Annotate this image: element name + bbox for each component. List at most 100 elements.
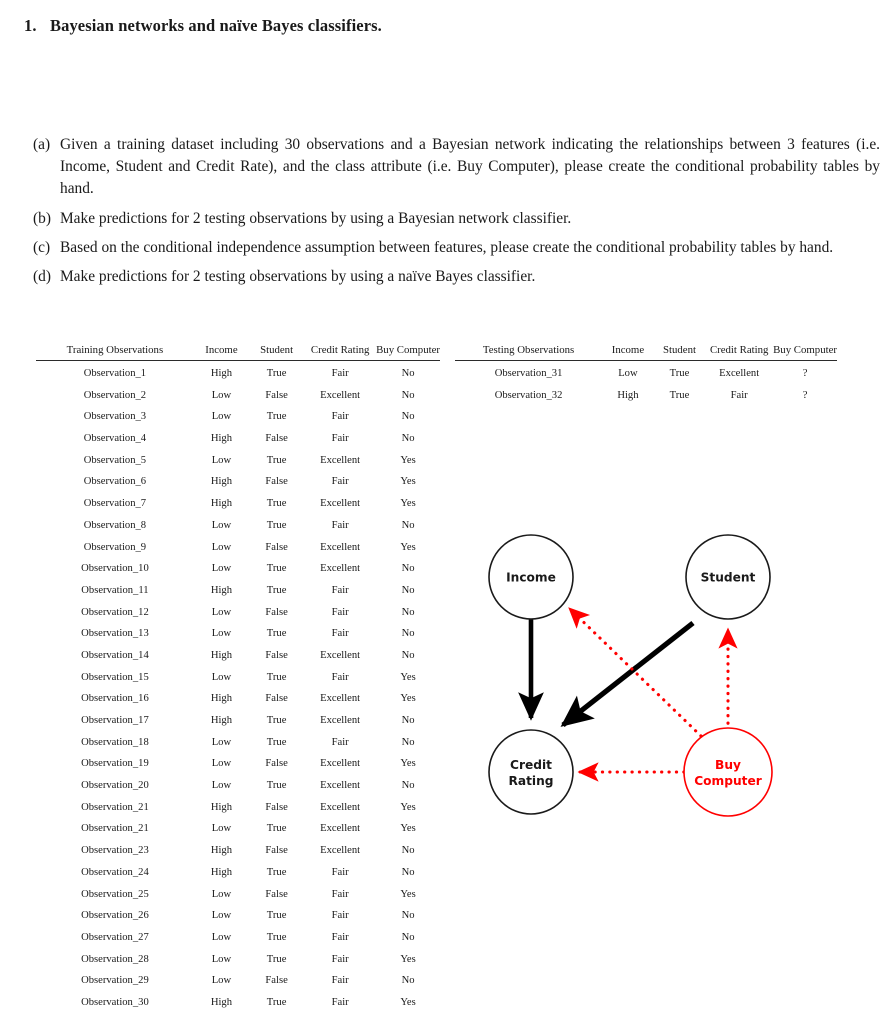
training-cell-student: True [266,910,287,922]
subquestion-b: (b) Make predictions for 2 testing obser… [24,208,880,230]
testing-cell-observation-name: Observation_32 [494,389,563,401]
bayesian-network-diagram: Income Student Credit Rating Buy Compute… [462,520,802,840]
training-cell-buy-computer: No [401,736,415,748]
testing-cell-observation-name: Observation_31 [494,368,563,379]
training-cell-credit-rating: Fair [331,996,349,1008]
training-cell-buy-computer: No [401,606,415,618]
table-row: Observation_9 Low False Excellent Yes [36,536,440,558]
training-cell-observation-name: Observation_26 [81,910,149,922]
training-cell-income: Low [211,931,232,943]
table-row: Observation_3 Low True Fair No [36,406,440,428]
training-cell-buy-computer: No [401,715,415,726]
table-row: Observation_28 Low True Fair Yes [36,948,440,970]
training-cell-credit-rating: Fair [331,931,349,943]
testing-cell-student: True [669,389,690,401]
table-row: Observation_12 Low False Fair No [36,601,440,623]
training-cell-student: False [265,975,288,987]
training-cell-buy-computer: Yes [400,996,416,1008]
training-cell-student: True [266,411,287,423]
training-cell-credit-rating: Excellent [320,715,361,726]
training-cell-buy-computer: Yes [400,758,416,770]
training-cell-income: High [210,996,233,1008]
training-cell-income: Low [211,541,232,553]
training-observations-table: Training Observations Income Student Cre… [36,344,440,1013]
training-cell-income: Low [211,606,232,618]
training-cell-observation-name: Observation_19 [81,758,149,770]
training-cell-income: Low [211,671,232,683]
table-row: Observation_15 Low True Fair Yes [36,666,440,688]
table-row: Observation_21 Low True Excellent Yes [36,818,440,840]
node-student: Student [685,534,771,620]
table-row: Observation_31 Low True Excellent? [455,361,837,385]
training-cell-income: Low [211,736,232,748]
table-row: Observation_16 High False Excellent Yes [36,688,440,710]
edge-buycomputer-to-income [568,607,703,738]
training-cell-student: True [266,953,287,965]
training-cell-credit-rating: Excellent [320,498,361,510]
testing-header-buy: Buy Computer [773,344,837,356]
training-cell-student: True [266,671,287,683]
training-cell-income: Low [211,975,232,987]
training-cell-observation-name: Observation_7 [83,498,147,510]
training-cell-income: Low [211,628,232,640]
training-cell-buy-computer: Yes [400,498,416,510]
training-cell-student: False [265,541,288,553]
training-cell-observation-name: Observation_4 [83,433,147,445]
training-cell-observation-name: Observation_2 [83,389,147,401]
training-cell-student: False [265,845,288,857]
training-cell-observation-name: Observation_6 [83,476,147,488]
training-cell-credit-rating: Excellent [320,454,361,466]
training-table-header-row: Training Observations Income Student Cre… [36,344,440,361]
training-cell-observation-name: Observation_23 [81,845,149,857]
subquestion-list: (a) Given a training dataset including 3… [24,134,880,296]
training-cell-observation-name: Observation_11 [81,584,149,596]
training-cell-observation-name: Observation_24 [81,866,149,878]
training-cell-credit-rating: Excellent [320,693,361,705]
training-cell-student: True [266,628,287,640]
training-cell-student: False [265,433,288,445]
node-buy-computer: Buy Computer [683,727,773,817]
training-cell-credit-rating: Excellent [320,823,361,835]
training-cell-buy-computer: No [401,389,415,401]
training-cell-credit-rating: Fair [331,888,349,900]
training-cell-buy-computer: Yes [400,953,416,965]
testing-header-observations: Testing Observations [482,344,575,356]
training-cell-credit-rating: Excellent [320,541,361,553]
training-header-observations: Training Observations [66,344,164,356]
training-cell-buy-computer: No [401,411,415,423]
question-number: 1. [24,16,37,35]
subquestion-d: (d) Make predictions for 2 testing obser… [24,266,880,288]
training-cell-observation-name: Observation_16 [81,693,149,705]
table-row: Observation_27 Low True Fair No [36,926,440,948]
testing-cell-buy-computer: ? [802,389,808,401]
table-row: Observation_30 High True Fair Yes [36,992,440,1014]
training-cell-student: False [265,801,288,813]
testing-cell-student: True [669,368,690,379]
training-cell-income: High [210,498,233,510]
training-cell-income: Low [211,758,232,770]
training-cell-buy-computer: Yes [400,454,416,466]
subquestion-b-label: (b) [33,210,51,228]
subquestion-a-label: (a) [33,136,51,153]
training-cell-buy-computer: No [401,433,415,445]
training-cell-student: False [265,693,288,705]
table-row: Observation_1 High True Fair No [36,361,440,385]
training-cell-buy-computer: No [401,628,415,640]
testing-cell-buy-computer: ? [802,368,808,379]
training-cell-income: High [210,866,233,878]
training-cell-credit-rating: Fair [331,584,349,596]
training-cell-credit-rating: Fair [331,671,349,683]
training-cell-student: False [265,606,288,618]
training-cell-buy-computer: Yes [400,476,416,488]
training-cell-income: High [210,693,233,705]
training-cell-credit-rating: Fair [331,975,349,987]
table-row: Observation_14 High False Excellent No [36,645,440,667]
table-row: Observation_21 High False Excellent Yes [36,796,440,818]
training-cell-buy-computer: Yes [400,541,416,553]
table-row: Observation_17 High True Excellent No [36,710,440,732]
training-cell-income: Low [211,389,232,401]
training-cell-buy-computer: No [401,910,415,922]
subquestion-b-text: Make predictions for 2 testing observati… [60,210,572,228]
node-credit-rating-label-line2: Rating [508,774,553,788]
node-student-label: Student [701,571,756,585]
